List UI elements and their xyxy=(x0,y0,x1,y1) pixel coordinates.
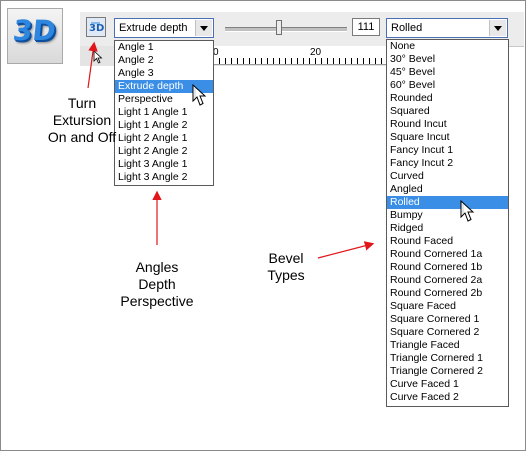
annotation-arrows xyxy=(87,41,375,259)
annotation-line: Bevel xyxy=(268,250,304,266)
annotation-line: Depth xyxy=(138,276,176,292)
bevel-annotation-arrow xyxy=(317,241,375,259)
toggle-annotation-arrow xyxy=(87,41,98,89)
toggle-annotation: Turn Extursion On and Off xyxy=(32,95,132,146)
annotation-line: Types xyxy=(267,267,305,283)
annotation-line: Perspective xyxy=(120,293,194,309)
annotation-line: On and Off xyxy=(47,129,117,145)
annotation-line: Angles xyxy=(135,259,179,275)
annotation-line: Turn xyxy=(67,95,97,111)
angles-annotation: Angles Depth Perspective xyxy=(107,259,207,310)
bevel-annotation: Bevel Types xyxy=(254,250,318,284)
annotation-line: Extursion xyxy=(52,112,112,128)
